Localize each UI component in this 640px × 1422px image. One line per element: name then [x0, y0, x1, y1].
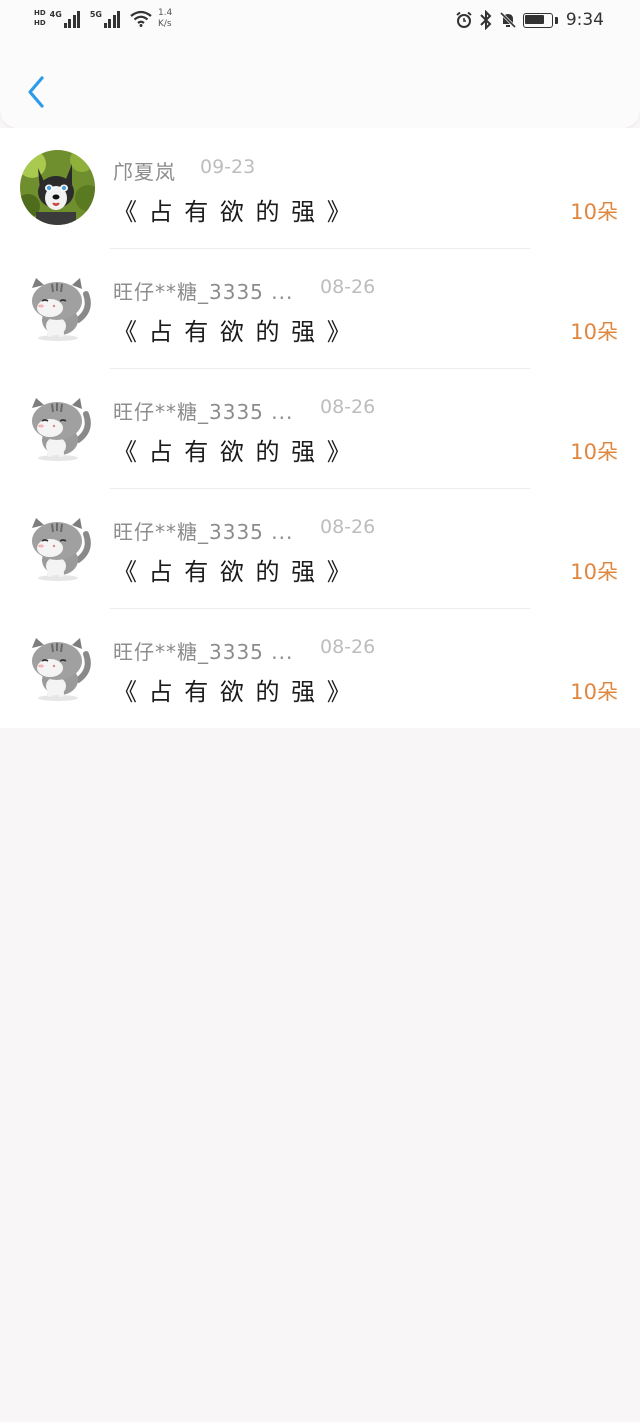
- husky-dog-avatar-icon: [20, 150, 95, 225]
- avatar[interactable]: [20, 390, 95, 465]
- book-title: 《 占 有 欲 的 强 》: [113, 678, 353, 706]
- chevron-left-icon: [28, 76, 44, 108]
- username: 旺仔**糖_3335 ...: [113, 520, 294, 544]
- network-speed: 1.4 K/s: [158, 8, 172, 30]
- status-bar: HD HD 4G 5G 1.4 K/s 9:34: [0, 0, 640, 44]
- network-4g-label: 4G: [49, 10, 62, 19]
- list-item[interactable]: 旺仔**糖_3335 ... 08-26 《 占 有 欲 的 强 》 10朵: [0, 488, 640, 608]
- avatar[interactable]: [20, 510, 95, 585]
- hd-indicator: HD HD: [34, 8, 46, 28]
- gift-amount: 10朵: [570, 440, 618, 464]
- status-bar-left: HD HD 4G 5G 1.4 K/s: [34, 8, 172, 30]
- mute-icon: [499, 11, 516, 29]
- gift-amount: 10朵: [570, 200, 618, 224]
- record-date: 08-26: [320, 396, 376, 418]
- battery-icon: [522, 12, 553, 28]
- list-item[interactable]: 旺仔**糖_3335 ... 08-26 《 占 有 欲 的 强 》 10朵: [0, 608, 640, 728]
- gift-record-list: 邝夏岚 09-23 《 占 有 欲 的 强 》 10朵 旺仔**糖_3335 .…: [0, 128, 640, 728]
- username: 旺仔**糖_3335 ...: [113, 640, 294, 664]
- book-title: 《 占 有 欲 的 强 》: [113, 318, 353, 346]
- record-date: 09-23: [200, 156, 256, 178]
- battery-tip: [554, 16, 558, 24]
- record-date: 08-26: [320, 516, 376, 538]
- book-title: 《 占 有 欲 的 强 》: [113, 198, 353, 226]
- record-date: 08-26: [320, 276, 376, 298]
- username: 旺仔**糖_3335 ...: [113, 280, 294, 304]
- alarm-icon: [456, 11, 472, 28]
- username: 旺仔**糖_3335 ...: [113, 400, 294, 424]
- bluetooth-icon: [480, 10, 492, 30]
- gray-cat-avatar-icon: [20, 270, 95, 345]
- header: HD HD 4G 5G 1.4 K/s 9:34: [0, 0, 640, 128]
- status-bar-right: 9:34: [455, 10, 604, 30]
- avatar[interactable]: [20, 270, 95, 345]
- speed-value: 1.4: [157, 8, 173, 18]
- list-item[interactable]: 旺仔**糖_3335 ... 08-26 《 占 有 欲 的 强 》 10朵: [0, 248, 640, 368]
- hd-label-1: HD: [34, 9, 46, 17]
- network-5g-label: 5G: [89, 10, 102, 19]
- gift-amount: 10朵: [570, 320, 618, 344]
- list-item[interactable]: 邝夏岚 09-23 《 占 有 欲 的 强 》 10朵: [0, 128, 640, 248]
- book-title: 《 占 有 欲 的 强 》: [113, 438, 353, 466]
- gray-cat-avatar-icon: [20, 510, 95, 585]
- back-button[interactable]: [18, 72, 54, 112]
- speed-unit: K/s: [157, 19, 172, 29]
- gift-amount: 10朵: [570, 560, 618, 584]
- wifi-icon: [130, 10, 152, 27]
- list-item[interactable]: 旺仔**糖_3335 ... 08-26 《 占 有 欲 的 强 》 10朵: [0, 368, 640, 488]
- username: 邝夏岚: [113, 160, 176, 184]
- record-date: 08-26: [320, 636, 376, 658]
- book-title: 《 占 有 欲 的 强 》: [113, 558, 353, 586]
- hd-label-2: HD: [34, 19, 46, 27]
- clock-time: 9:34: [565, 10, 604, 30]
- gray-cat-avatar-icon: [20, 630, 95, 705]
- signal-4g-icon: [63, 8, 82, 28]
- avatar[interactable]: [20, 150, 95, 225]
- gray-cat-avatar-icon: [20, 390, 95, 465]
- gift-amount: 10朵: [570, 680, 618, 704]
- signal-5g-icon: [103, 8, 122, 28]
- avatar[interactable]: [20, 630, 95, 705]
